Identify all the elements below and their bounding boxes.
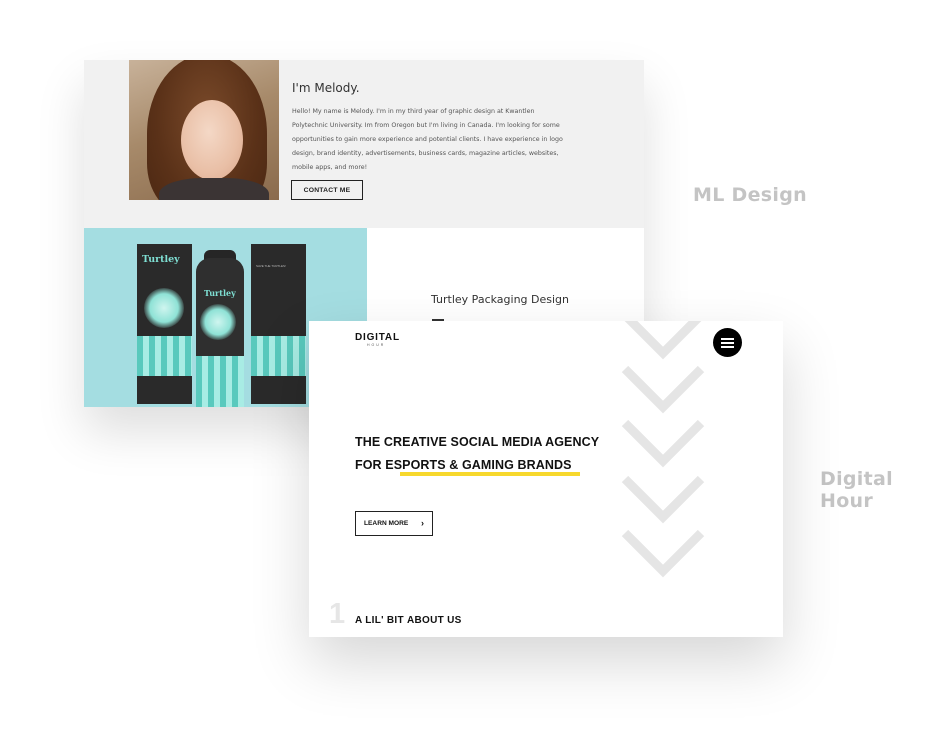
product-brand-bottle: Turtley	[204, 288, 236, 298]
wave-pattern	[196, 356, 244, 407]
turtle-icon	[144, 288, 184, 328]
contact-me-button[interactable]: CONTACT ME	[291, 180, 363, 200]
intro-bio: Hello! My name is Melody. I'm in my thir…	[292, 108, 563, 171]
ml-design-label: ML Design	[693, 184, 807, 206]
learn-more-button[interactable]: LEARN MORE ›	[355, 511, 433, 536]
about-section: I'm Melody. Hello! My name is Melody. I'…	[84, 60, 644, 228]
hero-line-1: THE CREATIVE SOCIAL MEDIA AGENCY	[355, 435, 600, 449]
chevron-right-icon: ›	[421, 518, 424, 528]
profile-photo	[129, 60, 279, 200]
box-text: SAVE THE TURTLES!	[256, 264, 286, 268]
intro-heading: I'm Melody.	[292, 81, 360, 95]
chevron-down-icon	[621, 321, 705, 578]
product-brand: Turtley	[142, 254, 180, 265]
hero-heading: THE CREATIVE SOCIAL MEDIA AGENCY FOR ESP…	[355, 431, 599, 477]
turtle-icon	[200, 304, 236, 340]
hamburger-menu-icon[interactable]	[713, 328, 742, 357]
digital-hour-logo[interactable]: DIGITAL	[355, 332, 400, 343]
section-number: 1	[329, 598, 346, 630]
wave-pattern	[137, 336, 192, 376]
digital-hour-label: Digital Hour	[820, 468, 893, 512]
wave-pattern	[251, 336, 306, 376]
hero-highlight: SPORTS & GAMING BRANDS	[394, 454, 580, 477]
about-highlight: ABOUT US	[404, 615, 466, 626]
about-heading: A LIL' BIT ABOUT US	[355, 615, 466, 626]
digital-hour-logo-sub: HOUR	[367, 343, 386, 347]
digital-hour-card[interactable]: DIGITAL HOUR THE CREATIVE SOCIAL MEDIA A…	[309, 321, 783, 637]
hero-line-2: FOR ESPORTS & GAMING BRANDS	[355, 454, 599, 477]
project-title[interactable]: Turtley Packaging Design	[431, 293, 569, 306]
